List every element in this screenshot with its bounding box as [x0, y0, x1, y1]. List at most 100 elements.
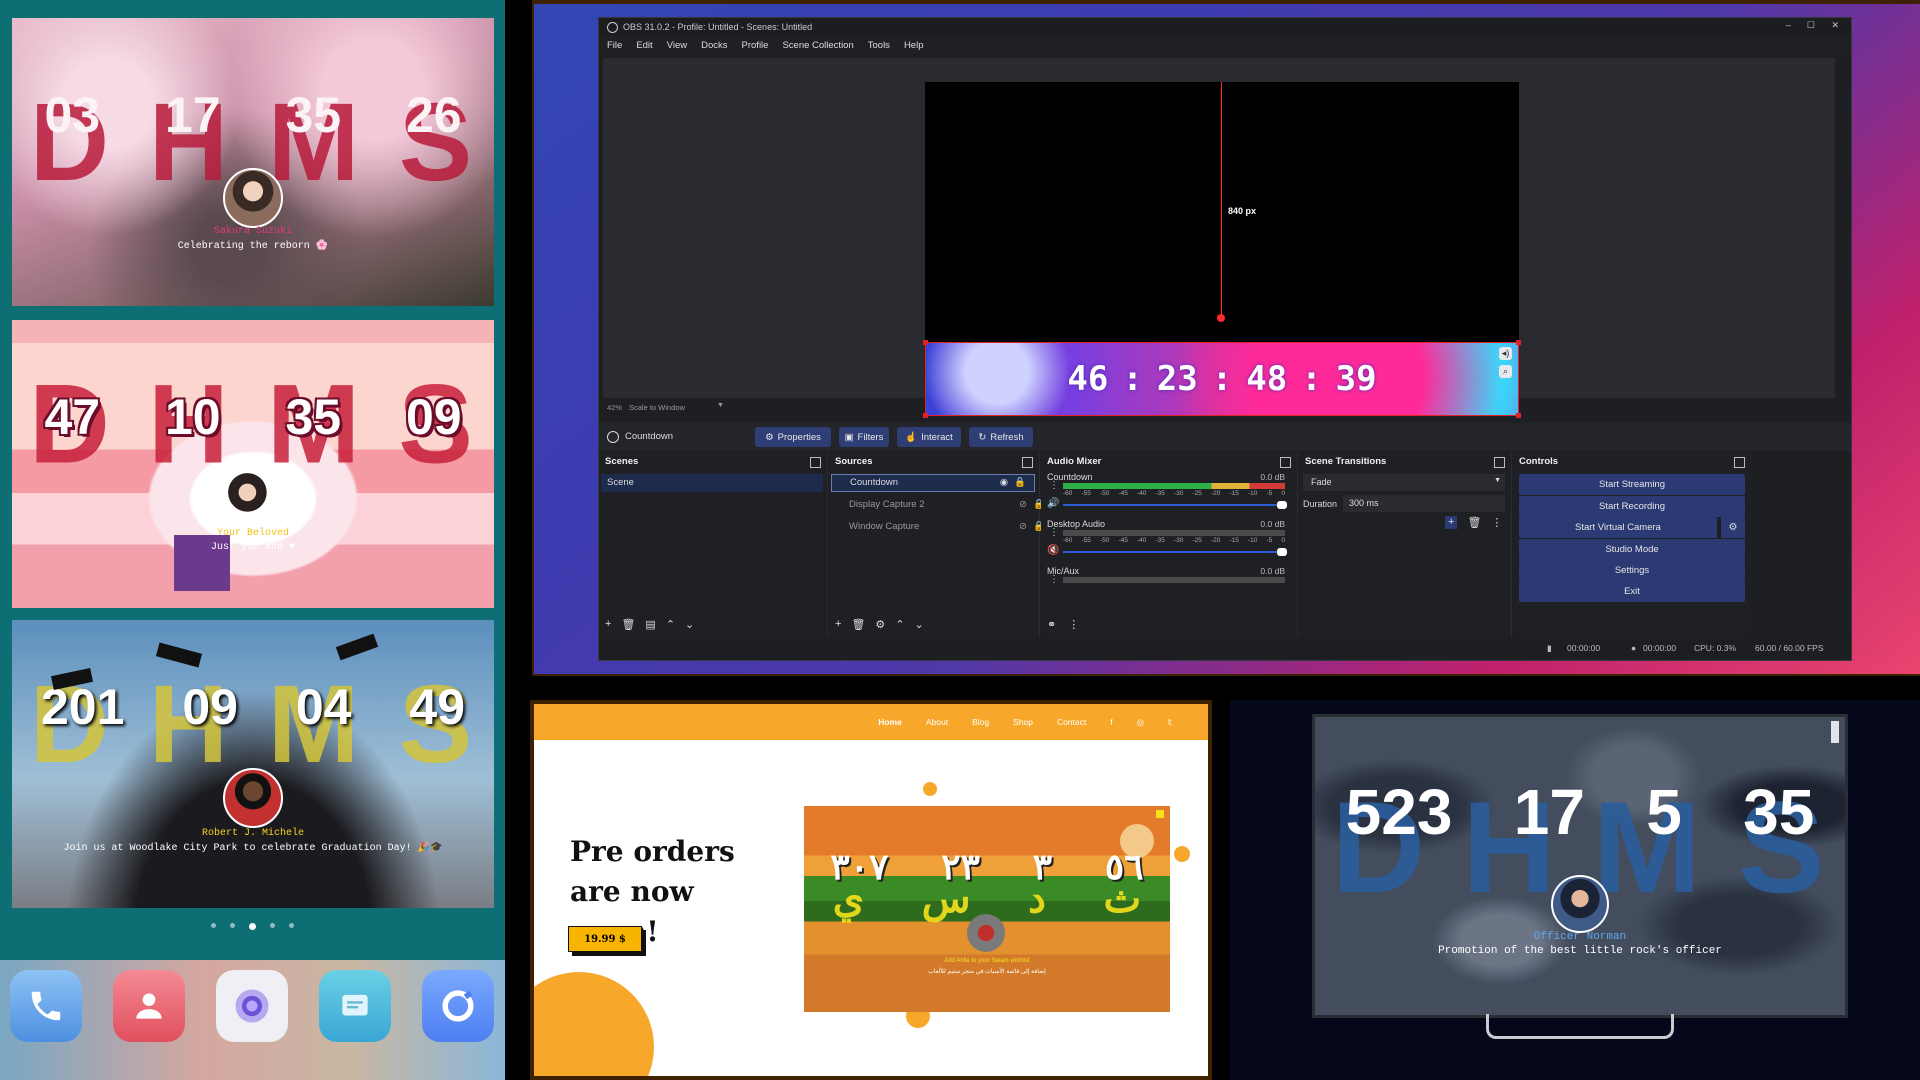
menu-profile[interactable]: Profile	[742, 40, 769, 51]
countdown-preview[interactable]: ٣٠٧ ٢٣ ٣ ٥٦ ي س د ث Add Ahlie to your St…	[804, 806, 1170, 1012]
messages-app[interactable]	[319, 970, 391, 1042]
resize-handle[interactable]	[923, 340, 928, 345]
instagram-icon[interactable]: ◎	[1137, 717, 1144, 728]
slider-knob[interactable]	[1277, 548, 1287, 556]
close-icon[interactable]: ✕	[1831, 20, 1839, 31]
nav-shop[interactable]: Shop	[1013, 717, 1033, 727]
twitter-icon[interactable]: 𝕥	[1168, 717, 1172, 728]
exit-button[interactable]: Exit	[1519, 581, 1745, 602]
chevron-up-icon[interactable]: ⌃	[666, 618, 675, 631]
undock-icon[interactable]	[1494, 457, 1505, 468]
trash-icon[interactable]: 🗑	[621, 618, 635, 631]
menu-tools[interactable]: Tools	[868, 40, 890, 51]
chevron-down-icon[interactable]: ▼	[1494, 477, 1501, 484]
refresh-button[interactable]: ↻ Refresh	[969, 427, 1033, 447]
guide-handle[interactable]	[1217, 314, 1225, 322]
menu-edit[interactable]: Edit	[636, 40, 652, 51]
volume-icon[interactable]: 🔊	[1047, 498, 1059, 509]
undock-icon[interactable]	[1734, 457, 1745, 468]
page-dot-active[interactable]	[249, 923, 256, 930]
menu-file[interactable]: File	[607, 40, 622, 51]
facebook-icon[interactable]: f	[1110, 717, 1112, 727]
contacts-app[interactable]	[113, 970, 185, 1042]
settings-button[interactable]: Settings	[1519, 560, 1745, 581]
volume-slider[interactable]	[1063, 548, 1287, 556]
more-options-icon[interactable]: ⋮	[1049, 527, 1059, 538]
more-options-icon[interactable]: ⋮	[1068, 618, 1079, 631]
gear-icon[interactable]: ⚙	[875, 618, 885, 631]
properties-button[interactable]: ⚙ Properties	[755, 427, 831, 447]
duration-input[interactable]: 300 ms	[1343, 495, 1505, 512]
eye-icon[interactable]: ◉	[1000, 475, 1008, 491]
menu-help[interactable]: Help	[904, 40, 924, 51]
menu-scene-collection[interactable]: Scene Collection	[782, 40, 853, 51]
price-button[interactable]: 19.99 $	[568, 926, 642, 952]
settings-icon[interactable]	[1831, 721, 1839, 743]
chevron-down-icon[interactable]: ⌄	[685, 618, 694, 631]
page-dot[interactable]	[230, 923, 235, 928]
phone-app[interactable]	[10, 970, 82, 1042]
source-item[interactable]: Window Capture ⊘ 🔒	[831, 518, 1053, 536]
scale-mode-select[interactable]: Scale to Window	[629, 403, 685, 412]
preview-canvas[interactable]: 840 px 46: 23: 48: 39 ◂) ⌕	[923, 82, 1521, 418]
eye-hidden-icon[interactable]: ⊘	[1019, 518, 1027, 536]
chevron-up-icon[interactable]: ⌃	[895, 618, 904, 631]
add-icon[interactable]: +	[835, 618, 841, 631]
add-icon[interactable]: +	[1445, 516, 1458, 529]
start-recording-button[interactable]: Start Recording	[1519, 496, 1745, 517]
volume-slider[interactable]	[1063, 501, 1287, 509]
add-icon[interactable]: +	[605, 618, 611, 631]
volume-icon[interactable]: ◂)	[1499, 347, 1512, 360]
resize-handle[interactable]	[1516, 340, 1521, 345]
more-options-icon[interactable]: ⋮	[1049, 574, 1059, 585]
start-virtual-camera-button[interactable]: Start Virtual Camera	[1519, 517, 1717, 538]
transition-select[interactable]: Fade	[1303, 474, 1505, 491]
minimize-icon[interactable]: –	[1786, 20, 1791, 30]
resize-handle[interactable]	[1516, 413, 1521, 418]
menu-view[interactable]: View	[667, 40, 687, 51]
slider-knob[interactable]	[1277, 501, 1287, 509]
zoom-icon[interactable]: ⌕	[1499, 365, 1512, 378]
trash-icon[interactable]: 🗑	[1467, 516, 1481, 529]
resize-handle[interactable]	[923, 413, 928, 418]
muted-icon[interactable]: 🔇	[1047, 545, 1059, 556]
undock-icon[interactable]	[1022, 457, 1033, 468]
preview-area[interactable]: 840 px 46: 23: 48: 39 ◂) ⌕	[603, 58, 1835, 418]
filters-button[interactable]: ▣ Filters	[839, 427, 889, 447]
countdown-widget-pixel-sunset[interactable]: D H M S 47 10 35 09 Your Beloved Just yo…	[12, 320, 494, 608]
more-options-icon[interactable]: ⋮	[1049, 480, 1059, 491]
start-streaming-button[interactable]: Start Streaming	[1519, 474, 1745, 495]
camera-app[interactable]	[216, 970, 288, 1042]
nav-home[interactable]: Home	[878, 717, 902, 727]
chevron-down-icon[interactable]: ▼	[717, 402, 724, 409]
interact-button[interactable]: ☝ Interact	[897, 427, 961, 447]
browser-app[interactable]	[422, 970, 494, 1042]
page-indicator[interactable]	[0, 923, 505, 930]
countdown-widget-cherry-blossom[interactable]: D H M S 03 17 35 26 Sakura Suzuki Celebr…	[12, 18, 494, 306]
scene-item[interactable]: Scene	[601, 474, 823, 492]
page-dot[interactable]	[270, 923, 275, 928]
undock-icon[interactable]	[1280, 457, 1291, 468]
eye-hidden-icon[interactable]: ⊘	[1019, 496, 1027, 514]
countdown-widget-graduation[interactable]: D H M S 201 09 04 49 Robert J. Michele J…	[12, 620, 494, 908]
source-item[interactable]: Display Capture 2 ⊘ 🔒	[831, 496, 1053, 514]
undock-icon[interactable]	[810, 457, 821, 468]
page-dot[interactable]	[289, 923, 294, 928]
trash-icon[interactable]: 🗑	[851, 618, 865, 631]
more-options-icon[interactable]: ⋮	[1491, 516, 1502, 529]
maximize-icon[interactable]: ☐	[1807, 20, 1815, 31]
filter-icon[interactable]: ▤	[645, 618, 655, 631]
studio-mode-button[interactable]: Studio Mode	[1519, 539, 1745, 560]
settings-icon[interactable]	[1156, 810, 1164, 818]
nav-contact[interactable]: Contact	[1057, 717, 1086, 727]
nav-blog[interactable]: Blog	[972, 717, 989, 727]
lock-icon[interactable]: 🔒	[1014, 475, 1026, 491]
source-item[interactable]: Countdown ◉ 🔒	[831, 474, 1035, 492]
nav-about[interactable]: About	[926, 717, 948, 727]
chevron-down-icon[interactable]: ⌄	[915, 618, 924, 631]
countdown-source[interactable]: 46: 23: 48: 39 ◂) ⌕	[923, 340, 1521, 418]
link-icon[interactable]: ⚭	[1047, 618, 1056, 631]
menu-docks[interactable]: Docks	[701, 40, 727, 51]
page-dot[interactable]	[211, 923, 216, 928]
gear-icon[interactable]: ⚙	[1721, 517, 1745, 538]
